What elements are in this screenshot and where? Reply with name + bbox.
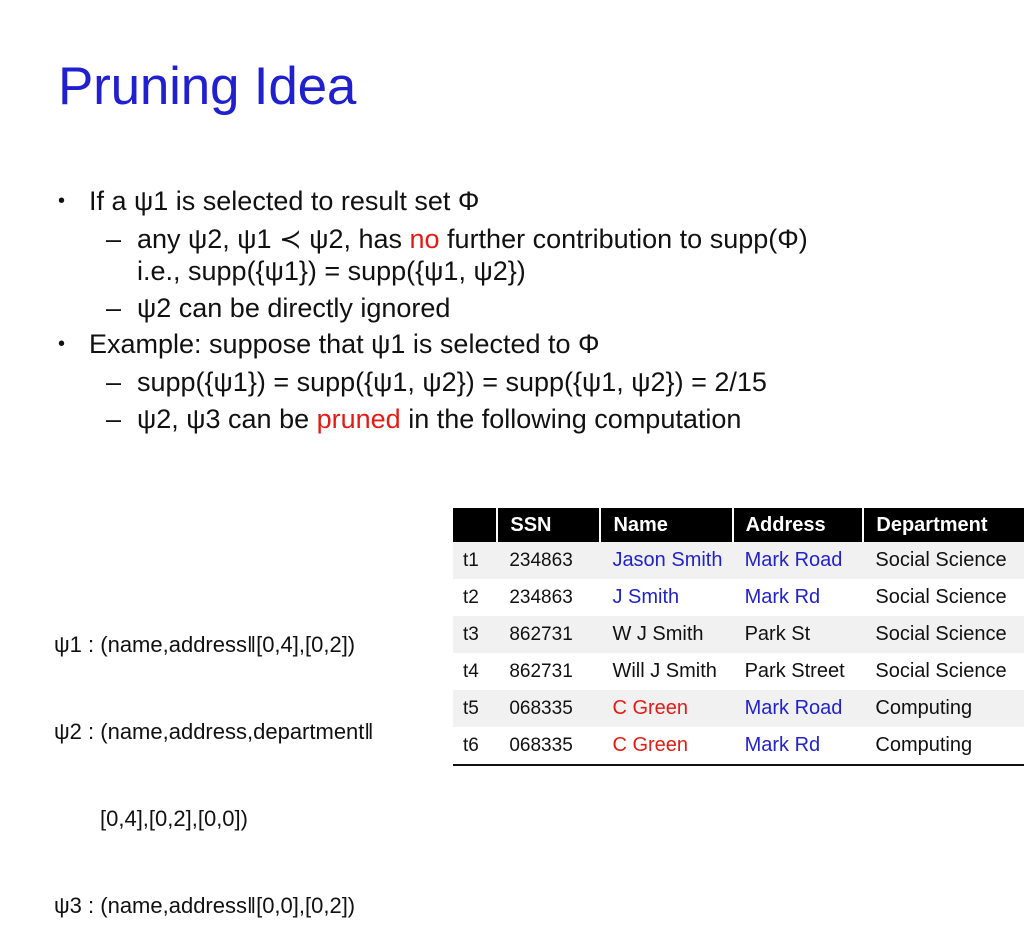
text-run: in the following computation — [400, 404, 742, 435]
table-row: t4 862731 Will J Smith Park Street Social Sc… — [453, 653, 1024, 690]
bullet-line: If a ψ1 is selected to result set Φ — [89, 186, 958, 218]
highlighted-text: pruned — [316, 404, 401, 435]
bullet-item: • If a ψ1 is selected to result set Φ — [58, 186, 958, 218]
cell-ssn: 068335 — [497, 727, 601, 766]
bullet-dash-icon: – — [106, 292, 122, 323]
text-run: further contribution to supp(Φ) — [439, 223, 808, 254]
cell-ssn: 068335 — [497, 690, 601, 727]
column-header-address: Address — [732, 508, 865, 542]
bullet-text: supp({ψ1}) = supp({ψ1, ψ2}) = supp({ψ1, … — [137, 367, 958, 399]
psi1-definition: ψ1 : (name,address‖[0,4],[0,2]) — [54, 632, 356, 658]
table-row: t6 068335 C Green Mark Rd Computing — [453, 727, 1024, 766]
table-header-row: SSN Name Address Department — [453, 508, 1024, 542]
bullet-line: Example: suppose that ψ1 is selected to … — [89, 329, 958, 361]
bullet-item: – ψ2, ψ3 can be pruned in the following c… — [106, 404, 958, 436]
text-run: Example: suppose that ψ1 is selected to … — [89, 329, 600, 360]
cell-name: Jason Smith — [600, 542, 733, 579]
bullet-item: – any ψ2, ψ1 ≺ ψ2, has no further contrib… — [106, 224, 958, 288]
cell-rowid: t6 — [453, 727, 498, 766]
column-header-department: Department — [863, 508, 1024, 542]
bullet-dash-icon: – — [106, 367, 122, 398]
cell-name: W J Smith — [600, 616, 733, 653]
cell-rowid: t5 — [453, 690, 498, 727]
cell-department: Social Science — [863, 579, 1024, 616]
cell-department: Computing — [863, 690, 1024, 727]
bullet-text: ψ2, ψ3 can be pruned in the following co… — [137, 404, 958, 436]
bullet-text: any ψ2, ψ1 ≺ ψ2, has no further contribu… — [137, 224, 958, 288]
bullet-text: If a ψ1 is selected to result set Φ — [89, 186, 958, 218]
psi-definitions-block: ψ1 : (name,address‖[0,4],[0,2]) ψ2 : (na… — [54, 572, 373, 949]
table-body: t1 234863 Jason Smith Mark Road Social Scien… — [453, 542, 1024, 766]
cell-address: Mark Road — [732, 542, 864, 579]
tuples-table: SSN Name Address Department t1 234863 Jaso… — [453, 508, 1024, 766]
column-header-ssn: SSN — [497, 508, 602, 542]
table-row: t5 068335 C Green Mark Road Computing — [453, 690, 1024, 727]
column-header-rowid — [453, 508, 499, 542]
cell-department: Social Science — [863, 542, 1024, 579]
bullet-line: ψ2, ψ3 can be pruned in the following co… — [137, 404, 958, 436]
bullet-item: • Example: suppose that ψ1 is selected to… — [58, 329, 958, 361]
cell-name: J Smith — [600, 579, 733, 616]
cell-address: Mark Road — [732, 690, 864, 727]
cell-ssn: 234863 — [497, 579, 601, 616]
text-run: ψ2 can be directly ignored — [137, 292, 451, 323]
cell-ssn: 862731 — [497, 653, 601, 690]
text-run: ψ2, ψ3 can be — [137, 404, 317, 435]
cell-address: Park St — [732, 616, 864, 653]
bullet-line: any ψ2, ψ1 ≺ ψ2, has no further contribu… — [137, 224, 958, 256]
cell-rowid: t1 — [453, 542, 498, 579]
cell-department: Social Science — [863, 616, 1024, 653]
bullet-continuation-line: i.e., supp({ψ1}) = supp({ψ1, ψ2}) — [137, 255, 526, 286]
bullet-dash-icon: – — [106, 404, 122, 435]
psi2-definition-continuation: [0,4],[0,2],[0,0]) — [100, 806, 248, 832]
bullet-text: Example: suppose that ψ1 is selected to … — [89, 329, 958, 361]
cell-address: Mark Rd — [732, 579, 864, 616]
cell-ssn: 234863 — [497, 542, 601, 579]
bullet-list: • If a ψ1 is selected to result set Φ – any… — [58, 186, 958, 441]
cell-name: C Green — [600, 727, 733, 766]
table-row: t2 234863 J Smith Mark Rd Social Science — [453, 579, 1024, 616]
cell-department: Social Science — [863, 653, 1024, 690]
text-run: If a ψ1 is selected to result set Φ — [89, 186, 480, 216]
bullet-item: – ψ2 can be directly ignored — [106, 293, 958, 325]
bullet-dot-icon: • — [58, 333, 66, 356]
cell-rowid: t4 — [453, 653, 498, 690]
cell-address: Park Street — [732, 653, 864, 690]
bullet-line: ψ2 can be directly ignored — [137, 293, 958, 325]
page-title: Pruning Idea — [58, 57, 357, 116]
cell-name: C Green — [600, 690, 733, 727]
cell-department: Computing — [863, 727, 1024, 766]
bullet-dash-icon: – — [106, 223, 122, 254]
text-run: supp({ψ1}) = supp({ψ1, ψ2}) = supp({ψ1, … — [137, 367, 767, 398]
column-header-name: Name — [600, 508, 734, 542]
table-row: t3 862731 W J Smith Park St Social Science — [453, 616, 1024, 653]
text-run: any ψ2, ψ1 ≺ ψ2, has — [137, 223, 410, 254]
cell-address: Mark Rd — [732, 727, 864, 766]
table-row: t1 234863 Jason Smith Mark Road Social Scien… — [453, 542, 1024, 579]
psi2-definition: ψ2 : (name,address,department‖ — [54, 719, 374, 745]
cell-rowid: t2 — [453, 579, 498, 616]
cell-ssn: 862731 — [497, 616, 601, 653]
bullet-item: – supp({ψ1}) = supp({ψ1, ψ2}) = supp({ψ1,… — [106, 367, 958, 399]
highlighted-text: no — [409, 223, 440, 254]
cell-rowid: t3 — [453, 616, 498, 653]
bullet-dot-icon: • — [58, 190, 66, 212]
psi3-definition: ψ3 : (name,address‖[0,0],[0,2]) — [54, 893, 356, 919]
cell-name: Will J Smith — [600, 653, 733, 690]
table-header: SSN Name Address Department — [453, 508, 1024, 542]
bullet-line: supp({ψ1}) = supp({ψ1, ψ2}) = supp({ψ1, … — [137, 367, 958, 399]
bullet-text: ψ2 can be directly ignored — [137, 293, 958, 325]
